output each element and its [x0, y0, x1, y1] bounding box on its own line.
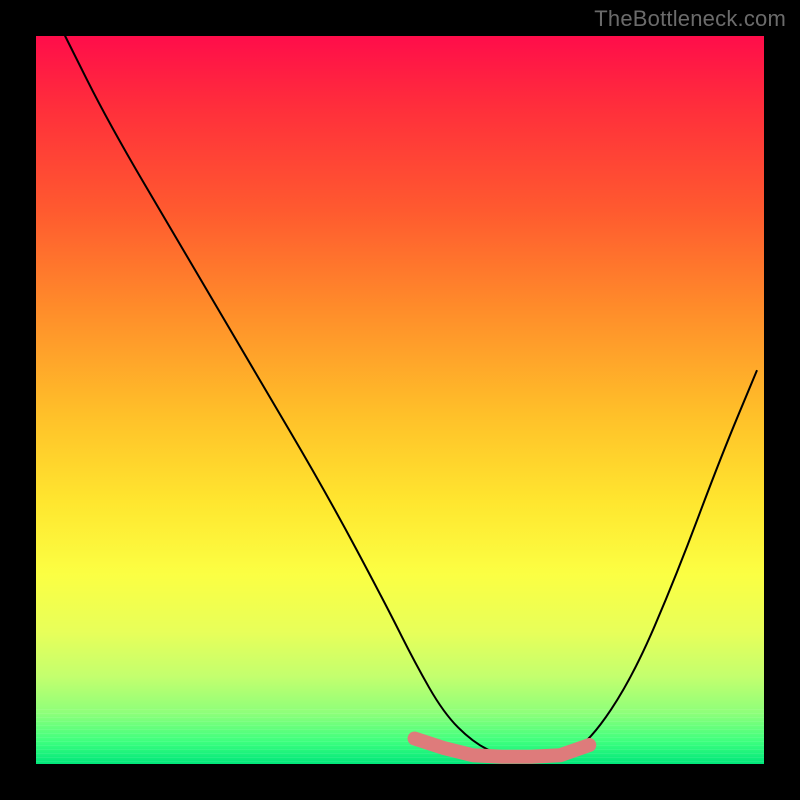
chart-svg [36, 36, 764, 764]
flat-marker-path [415, 739, 590, 757]
chart-frame: TheBottleneck.com [0, 0, 800, 800]
watermark-label: TheBottleneck.com [594, 6, 786, 32]
curve-path [65, 36, 757, 757]
plot-area [36, 36, 764, 764]
